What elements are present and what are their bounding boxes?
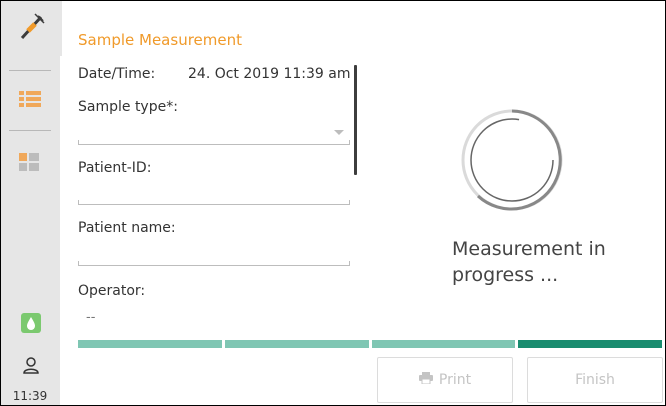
finish-label: Finish	[575, 372, 615, 388]
form-scrollbar[interactable]	[354, 65, 357, 175]
chevron-down-icon[interactable]	[334, 130, 344, 135]
user-icon[interactable]	[22, 356, 40, 378]
patient-id-label: Patient-ID:	[78, 160, 152, 176]
print-label: Print	[438, 372, 472, 388]
dashboard-icon[interactable]	[19, 153, 39, 175]
clock-time: 11:39	[12, 389, 48, 403]
sidebar-separator	[9, 70, 51, 71]
finish-button[interactable]: Finish	[527, 357, 663, 403]
datetime-value: 24. Oct 2019 11:39 am	[188, 66, 351, 82]
patient-id-field[interactable]	[78, 200, 350, 205]
sample-type-label: Sample type*:	[78, 99, 178, 115]
datetime-label: Date/Time:	[78, 66, 156, 82]
water-drop-icon[interactable]	[21, 313, 41, 337]
print-button[interactable]: Print	[377, 357, 513, 403]
page-title: Sample Measurement	[78, 31, 242, 49]
printer-icon	[418, 372, 433, 388]
sample-type-select[interactable]	[78, 140, 350, 145]
sidebar-item-measurement[interactable]	[1, 1, 74, 56]
progress-segment	[224, 340, 369, 348]
sidebar-separator	[9, 130, 51, 131]
progress-segment	[371, 340, 516, 348]
progress-segment	[518, 340, 662, 348]
patient-name-field[interactable]	[78, 261, 350, 266]
spinner-icon	[460, 108, 564, 216]
syringe-icon	[19, 13, 45, 45]
patient-name-label: Patient name:	[78, 220, 176, 236]
progress-segment	[78, 340, 222, 348]
operator-label: Operator:	[78, 283, 146, 299]
measurement-status: Measurement in progress ...	[452, 238, 606, 286]
operator-value: --	[86, 310, 96, 325]
list-icon[interactable]	[19, 91, 41, 111]
sidebar: 11:39	[1, 1, 74, 405]
